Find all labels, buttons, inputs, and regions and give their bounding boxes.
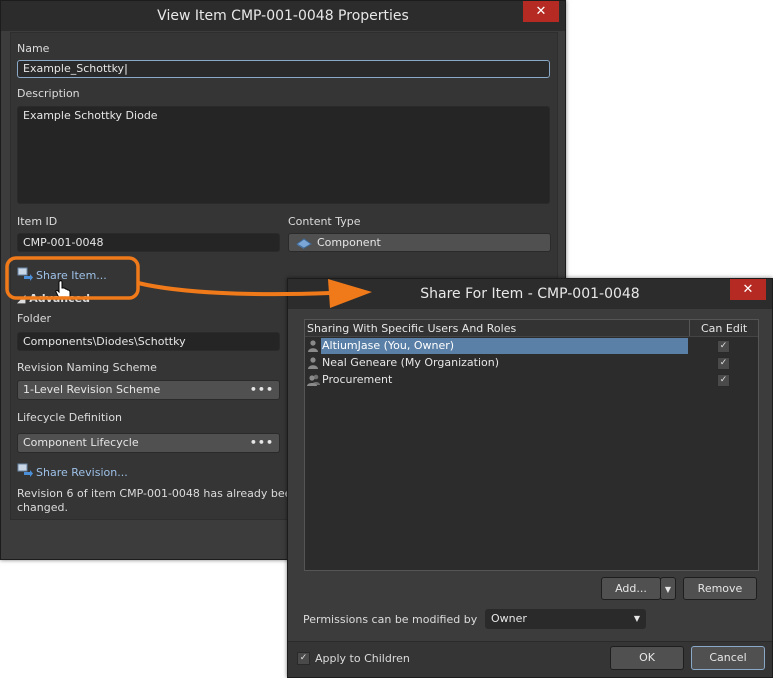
share-item-icon: [17, 267, 33, 281]
col-users-header: Sharing With Specific Users And Roles: [307, 322, 517, 335]
description-value: Example Schottky Diode: [23, 109, 158, 122]
name-label: Name: [17, 42, 50, 55]
apply-children-checkbox[interactable]: ✓: [297, 652, 310, 665]
cancel-button[interactable]: Cancel: [691, 646, 765, 670]
cancel-label: Cancel: [709, 651, 747, 664]
folder-field: Components\Diodes\Schottky: [17, 332, 280, 351]
permissions-select[interactable]: Owner ▼: [485, 609, 646, 629]
apply-children-label: Apply to Children: [315, 652, 410, 665]
description-label: Description: [17, 87, 80, 100]
content-type-field: Component: [288, 233, 551, 252]
folder-label: Folder: [17, 312, 51, 325]
revision-scheme-label: Revision Naming Scheme: [17, 361, 157, 374]
remove-button[interactable]: Remove: [683, 577, 757, 600]
col-can-edit-header: Can Edit: [701, 322, 748, 335]
advanced-label: Advanced: [29, 292, 90, 305]
add-dropdown-button[interactable]: ▼: [660, 577, 676, 600]
lifecycle-label: Lifecycle Definition: [17, 411, 123, 424]
remove-label: Remove: [697, 582, 743, 595]
can-edit-checkbox[interactable]: ✓: [717, 357, 730, 370]
name-value: Example_Schottky: [23, 62, 125, 75]
can-edit-checkbox[interactable]: ✓: [717, 340, 730, 353]
folder-value: Components\Diodes\Schottky: [23, 335, 186, 348]
revision-note-line2: changed.: [17, 501, 68, 514]
list-header: Sharing With Specific Users And Roles Ca…: [305, 320, 758, 337]
share-revision-link[interactable]: Share Revision...: [36, 466, 128, 479]
can-edit-checkbox[interactable]: ✓: [717, 374, 730, 387]
item-id-label: Item ID: [17, 215, 58, 228]
lifecycle-value: Component Lifecycle: [23, 436, 139, 449]
description-input[interactable]: Example Schottky Diode: [17, 106, 550, 204]
component-icon: [296, 238, 312, 249]
sharing-list: Sharing With Specific Users And Roles Ca…: [304, 319, 759, 571]
revision-scheme-value: 1-Level Revision Scheme: [23, 383, 161, 396]
permissions-value: Owner: [491, 612, 527, 625]
revision-scheme-field[interactable]: 1-Level Revision Scheme •••: [17, 380, 280, 400]
share-for-item-dialog: Share For Item - CMP-001-0048 ✕ Sharing …: [287, 278, 773, 678]
user-icon: [308, 357, 318, 369]
item-id-field: CMP-001-0048: [17, 233, 280, 252]
user-icon: [308, 340, 318, 352]
item-id-value: CMP-001-0048: [23, 236, 104, 249]
ok-label: OK: [639, 651, 655, 664]
permissions-label: Permissions can be modified by: [303, 613, 478, 626]
list-item[interactable]: Neal Geneare (My Organization) ✓: [305, 355, 758, 371]
lifecycle-field[interactable]: Component Lifecycle •••: [17, 433, 280, 453]
row-name: Procurement: [322, 373, 393, 386]
content-type-value: Component: [317, 236, 381, 249]
share-item-link[interactable]: Share Item...: [36, 269, 107, 282]
share-revision-icon: [17, 463, 33, 477]
close-icon: ✕: [742, 282, 754, 297]
row-name: AltiumJase (You, Owner): [322, 339, 455, 352]
add-button[interactable]: Add...: [601, 577, 661, 600]
advanced-toggle[interactable]: ◢ Advanced: [17, 292, 90, 305]
more-options-icon[interactable]: •••: [250, 381, 274, 399]
revision-note-line1: Revision 6 of item CMP-001-0048 has alre…: [17, 487, 313, 500]
chevron-down-icon: ▼: [633, 614, 640, 623]
more-options-icon[interactable]: •••: [250, 434, 274, 452]
close-button[interactable]: ✕: [523, 1, 559, 22]
list-item[interactable]: Procurement ✓: [305, 372, 758, 388]
chevron-down-icon: ▼: [664, 585, 672, 594]
ok-button[interactable]: OK: [610, 646, 684, 670]
list-item[interactable]: AltiumJase (You, Owner) ✓: [305, 338, 758, 354]
content-type-label: Content Type: [288, 215, 361, 228]
share-dialog-title: Share For Item - CMP-001-0048: [288, 279, 772, 309]
share-close-button[interactable]: ✕: [730, 279, 766, 300]
close-icon: ✕: [535, 4, 547, 19]
dialog-title: View Item CMP-001-0048 Properties: [1, 1, 565, 31]
row-name: Neal Geneare (My Organization): [322, 356, 500, 369]
role-group-icon: [307, 374, 320, 386]
name-input[interactable]: Example_Schottky|: [17, 60, 550, 78]
add-label: Add...: [615, 582, 647, 595]
